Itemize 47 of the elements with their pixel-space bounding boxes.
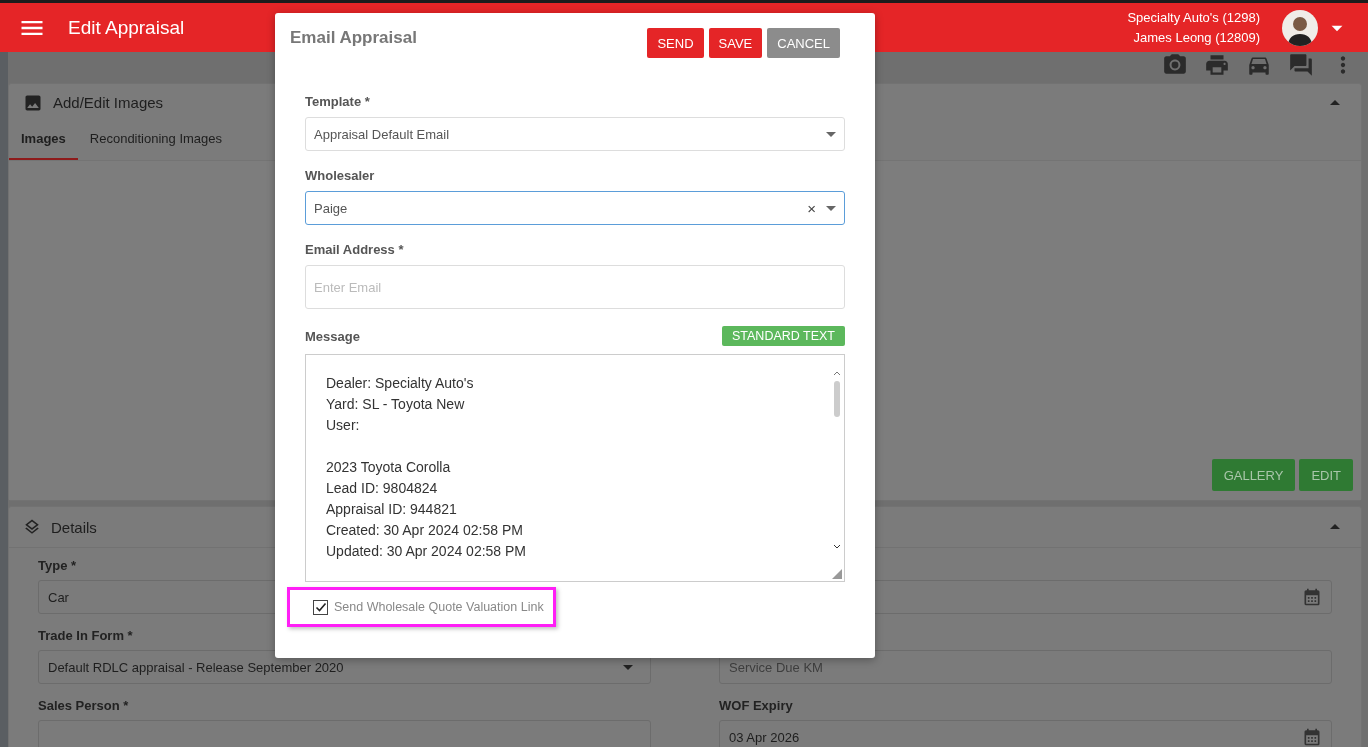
tab[interactable]: Reconditioning Images	[77, 121, 235, 160]
message-line: Updated: 30 Apr 2024 02:58 PM	[326, 542, 528, 561]
caret-icon	[826, 131, 836, 137]
field-label: Wholesaler	[305, 168, 376, 183]
message-line: Lead ID: 9804824	[326, 479, 439, 498]
field-label: Message	[305, 328, 360, 344]
field-label: Sales Person *	[38, 698, 130, 714]
message-line: Yard: SL - Toyota New	[326, 395, 466, 414]
standard-text-button[interactable]: STANDARD TEXT	[721, 326, 845, 346]
calendar-icon[interactable]	[1302, 727, 1322, 747]
gallery-button[interactable]: GALLERY	[1211, 459, 1296, 491]
printer-icon[interactable]	[1204, 52, 1230, 78]
message-field[interactable]: Dealer: Specialty Auto's Yard: SL - Toyota New User: 2023 Toyota Corolla Lead ID: 9804824 Appraisal ID: 944821 Created: 30 Apr 2024 02:58 PM Updated: 30 Apr 2024 02:58 PM	[305, 354, 845, 582]
resize-handle-icon	[832, 569, 842, 579]
checkbox-row[interactable]: Send Wholesale Quote Valuation Link	[287, 587, 556, 627]
field-label: Email Address *	[305, 242, 405, 257]
template-select[interactable]: Appraisal Default Email	[305, 117, 845, 151]
message-line: Appraisal ID: 944821	[326, 500, 458, 519]
avatar[interactable]	[1282, 9, 1318, 46]
action-button[interactable]: SAVE	[708, 28, 763, 58]
edit-button[interactable]: EDIT	[1299, 459, 1353, 491]
message-line: Created: 30 Apr 2024 02:58 PM	[326, 521, 524, 540]
cancel-button[interactable]: CANCEL	[767, 28, 840, 58]
date-field[interactable]: 03 Apr 2026	[719, 720, 1332, 747]
dialog-title: Email Appraisal	[290, 28, 417, 48]
clear-button[interactable]: ×	[807, 199, 816, 217]
panel-title: Add/Edit Images	[53, 94, 164, 111]
caret-icon	[826, 205, 836, 211]
layers-icon	[23, 518, 41, 536]
wholesaler-select[interactable]: Paige ×	[305, 191, 845, 225]
field-label: Type *	[38, 558, 78, 574]
panel-title: Details	[51, 518, 97, 536]
message-line: 2023 Toyota Corolla	[326, 458, 452, 477]
user-name: James Leong (12809)	[1133, 28, 1260, 47]
field-label: Template *	[305, 94, 371, 109]
message-line: User:	[326, 416, 361, 435]
message-line: Dealer: Specialty Auto's	[326, 374, 475, 393]
field-label: WOF Expiry	[719, 698, 794, 714]
dealer-name: Specialty Auto's (1298)	[1127, 8, 1260, 27]
email-field[interactable]: Enter Email	[305, 265, 845, 309]
calendar-icon[interactable]	[1302, 587, 1322, 607]
checkbox[interactable]	[313, 599, 328, 615]
chat-icon[interactable]	[1288, 52, 1314, 78]
caret-icon	[623, 664, 633, 670]
action-button[interactable]: SEND	[647, 28, 704, 58]
field-label: Trade In Form *	[38, 628, 134, 644]
page-title: Edit Appraisal	[68, 16, 185, 39]
